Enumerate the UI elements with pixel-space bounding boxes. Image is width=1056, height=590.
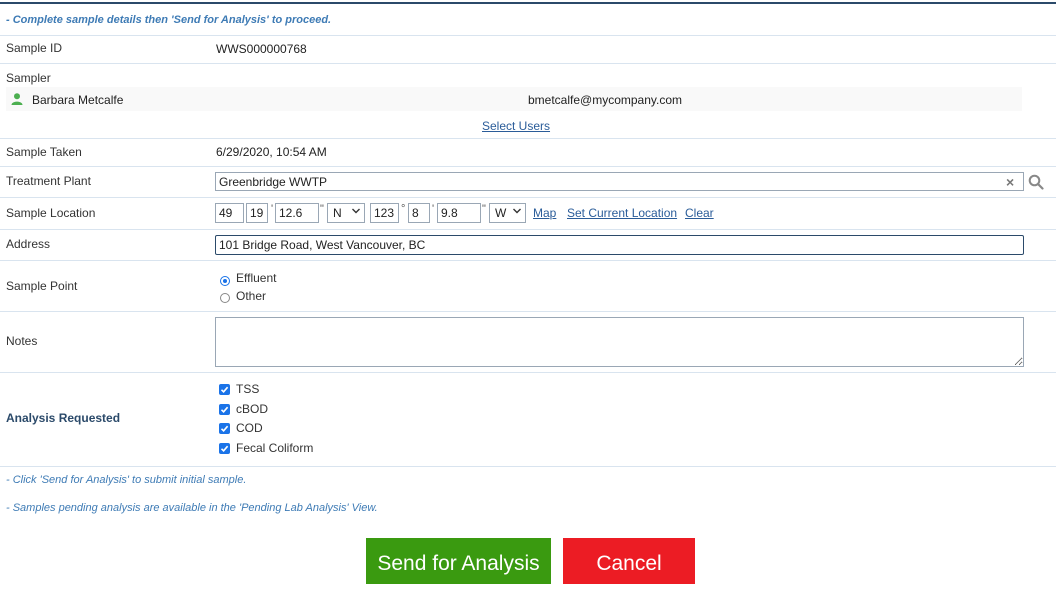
- notes-label: Notes: [6, 334, 38, 348]
- longitude-minutes-input[interactable]: [408, 203, 430, 223]
- divider: [0, 229, 1056, 230]
- sample-id-value: WWS000000768: [216, 42, 307, 56]
- divider: [0, 166, 1056, 167]
- divider: [0, 35, 1056, 36]
- sampler-email: bmetcalfe@mycompany.com: [528, 93, 683, 107]
- sample-location-label: Sample Location: [6, 206, 96, 220]
- checkbox-fecal-coliform[interactable]: [219, 443, 230, 454]
- check-icon: [220, 445, 229, 452]
- treatment-plant-input[interactable]: [215, 172, 1024, 191]
- longitude-hemisphere-value: W: [495, 206, 507, 220]
- analysis-requested-label: Analysis Requested: [6, 411, 121, 425]
- send-for-analysis-button[interactable]: Send for Analysis: [366, 538, 551, 584]
- latitude-hemisphere-value: N: [333, 206, 342, 220]
- clear-location-link[interactable]: Clear: [685, 206, 714, 220]
- sampler-label: Sampler: [6, 71, 51, 85]
- sampler-user-row: [6, 87, 1022, 111]
- radio-effluent[interactable]: [220, 276, 230, 286]
- checkbox-tss[interactable]: [219, 384, 230, 395]
- minute-symbol: ': [432, 203, 435, 215]
- latitude-seconds-input[interactable]: [275, 203, 319, 223]
- checkbox-cod[interactable]: [219, 423, 230, 434]
- minute-symbol: ': [271, 203, 274, 215]
- intro-instruction: - Complete sample details then 'Send for…: [6, 14, 332, 26]
- check-icon: [220, 406, 229, 413]
- sample-id-label: Sample ID: [6, 41, 63, 55]
- checkbox-cbod-label[interactable]: cBOD: [236, 402, 268, 416]
- divider: [0, 372, 1056, 373]
- sampler-name: Barbara Metcalfe: [32, 93, 124, 107]
- divider: [0, 260, 1056, 261]
- sample-taken-label: Sample Taken: [6, 145, 82, 159]
- cancel-button[interactable]: Cancel: [563, 538, 695, 584]
- checkbox-cod-label[interactable]: COD: [236, 421, 263, 435]
- longitude-hemisphere-select[interactable]: W: [489, 203, 526, 223]
- map-link[interactable]: Map: [533, 206, 556, 220]
- clear-icon[interactable]: ×: [1006, 174, 1014, 190]
- radio-other-label[interactable]: Other: [236, 289, 266, 303]
- longitude-degrees-input[interactable]: [370, 203, 399, 223]
- address-label: Address: [6, 237, 51, 251]
- divider: [0, 197, 1056, 198]
- radio-other[interactable]: [220, 293, 230, 303]
- sample-point-label: Sample Point: [6, 279, 78, 293]
- latitude-degrees-input[interactable]: [215, 203, 244, 223]
- hint-pending: - Samples pending analysis are available…: [6, 502, 378, 514]
- degree-symbol: °: [401, 203, 406, 215]
- notes-textarea[interactable]: [215, 317, 1024, 367]
- chevron-down-icon: [352, 208, 360, 214]
- chevron-down-icon: [513, 208, 521, 214]
- set-current-location-link[interactable]: Set Current Location: [567, 206, 677, 220]
- second-symbol: ": [482, 203, 486, 215]
- top-border: [0, 2, 1056, 4]
- treatment-plant-label: Treatment Plant: [6, 174, 91, 188]
- search-icon[interactable]: [1028, 174, 1044, 190]
- divider: [0, 311, 1056, 312]
- address-input[interactable]: [215, 235, 1024, 255]
- hint-send: - Click 'Send for Analysis' to submit in…: [6, 474, 247, 486]
- latitude-minutes-input[interactable]: [246, 203, 268, 223]
- divider: [0, 138, 1056, 139]
- checkbox-cbod[interactable]: [219, 404, 230, 415]
- radio-effluent-label[interactable]: Effluent: [236, 271, 276, 285]
- longitude-seconds-input[interactable]: [437, 203, 481, 223]
- check-icon: [220, 386, 229, 393]
- check-icon: [220, 425, 229, 432]
- sample-taken-value: 6/29/2020, 10:54 AM: [216, 145, 327, 159]
- divider: [0, 63, 1056, 64]
- second-symbol: ": [320, 203, 324, 215]
- divider: [0, 466, 1056, 467]
- checkbox-fecal-coliform-label[interactable]: Fecal Coliform: [236, 441, 313, 455]
- checkbox-tss-label[interactable]: TSS: [236, 382, 259, 396]
- select-users-link[interactable]: Select Users: [482, 119, 550, 133]
- person-icon: [11, 93, 23, 105]
- latitude-hemisphere-select[interactable]: N: [327, 203, 365, 223]
